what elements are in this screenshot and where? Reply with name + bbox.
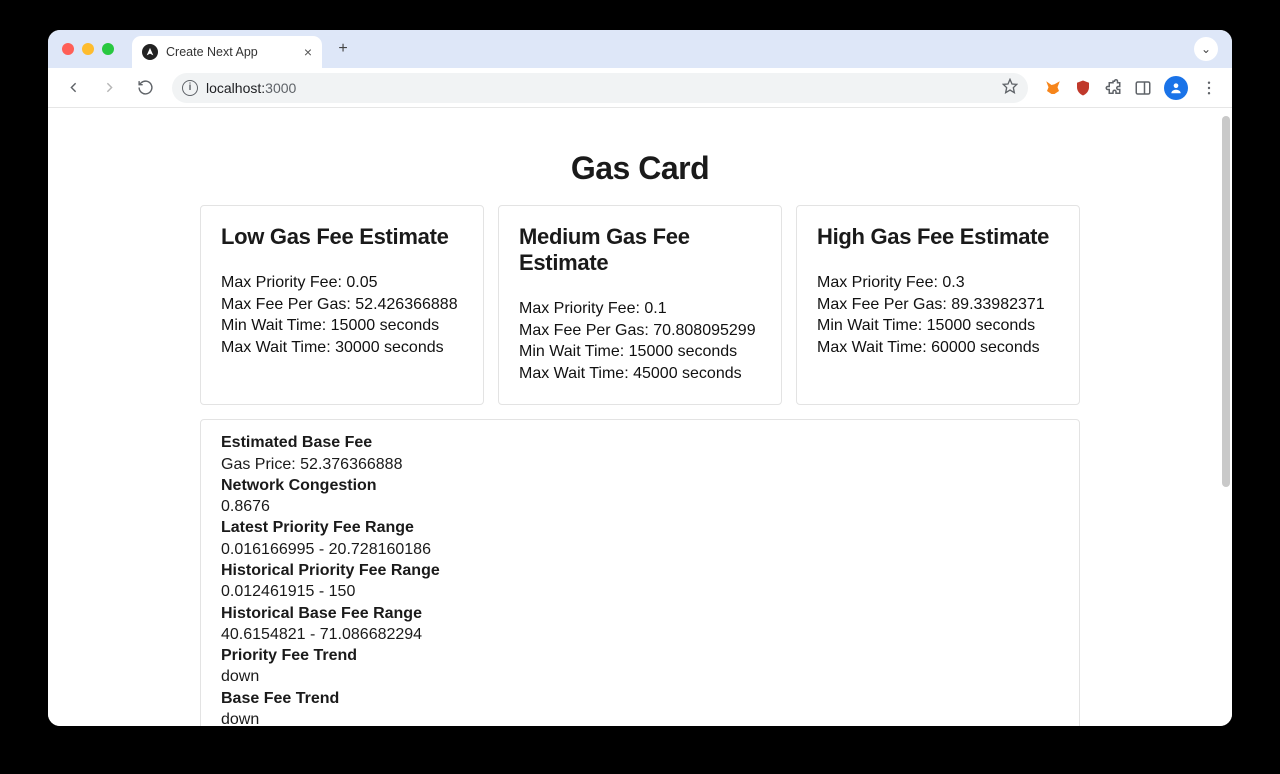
menu-button-icon[interactable] (1200, 79, 1218, 97)
url-host: localhost: (206, 80, 265, 96)
high-gas-card: High Gas Fee Estimate Max Priority Fee: … (796, 205, 1080, 405)
min-wait-time: Min Wait Time: 15000 seconds (221, 315, 463, 337)
estimated-base-fee-label: Estimated Base Fee (221, 432, 1059, 453)
reload-button[interactable] (130, 73, 160, 103)
minimize-window-button[interactable] (82, 43, 94, 55)
max-fee-per-gas: Max Fee Per Gas: 52.426366888 (221, 294, 463, 316)
max-priority-fee: Max Priority Fee: 0.05 (221, 272, 463, 294)
profile-avatar-icon[interactable] (1164, 76, 1188, 100)
page-title: Gas Card (200, 150, 1080, 187)
priority-fee-trend-value: down (221, 666, 1059, 687)
maximize-window-button[interactable] (102, 43, 114, 55)
tabs-dropdown-button[interactable]: ⌄ (1194, 37, 1218, 61)
max-priority-fee: Max Priority Fee: 0.1 (519, 298, 761, 320)
bookmark-star-icon[interactable] (1002, 78, 1018, 97)
url-text: localhost:3000 (206, 80, 296, 96)
max-wait-time: Max Wait Time: 45000 seconds (519, 363, 761, 385)
back-button[interactable] (58, 73, 88, 103)
tab-strip: Create Next App × + ⌄ (48, 30, 1232, 68)
historical-priority-fee-range-label: Historical Priority Fee Range (221, 560, 1059, 581)
window-controls (62, 43, 114, 55)
gas-price: Gas Price: 52.376366888 (221, 454, 1059, 475)
latest-priority-fee-range-value: 0.016166995 - 20.728160186 (221, 539, 1059, 560)
max-fee-per-gas: Max Fee Per Gas: 70.808095299 (519, 320, 761, 342)
new-tab-button[interactable]: + (330, 36, 356, 62)
card-title: High Gas Fee Estimate (817, 224, 1059, 250)
tab-title: Create Next App (166, 45, 258, 59)
close-window-button[interactable] (62, 43, 74, 55)
card-title: Medium Gas Fee Estimate (519, 224, 761, 276)
network-congestion-label: Network Congestion (221, 475, 1059, 496)
vertical-scrollbar[interactable] (1222, 116, 1230, 487)
tab-favicon-icon (142, 44, 158, 60)
low-gas-card: Low Gas Fee Estimate Max Priority Fee: 0… (200, 205, 484, 405)
historical-base-fee-range-value: 40.6154821 - 71.086682294 (221, 624, 1059, 645)
site-info-icon[interactable]: i (182, 80, 198, 96)
min-wait-time: Min Wait Time: 15000 seconds (817, 315, 1059, 337)
page-content: Gas Card Low Gas Fee Estimate Max Priori… (190, 108, 1090, 726)
card-title: Low Gas Fee Estimate (221, 224, 463, 250)
max-fee-per-gas: Max Fee Per Gas: 89.33982371 (817, 294, 1059, 316)
url-path: 3000 (265, 80, 296, 96)
extensions-button-icon[interactable] (1104, 79, 1122, 97)
forward-button[interactable] (94, 73, 124, 103)
max-wait-time: Max Wait Time: 60000 seconds (817, 337, 1059, 359)
browser-tab[interactable]: Create Next App × (132, 36, 322, 68)
min-wait-time: Min Wait Time: 15000 seconds (519, 341, 761, 363)
medium-gas-card: Medium Gas Fee Estimate Max Priority Fee… (498, 205, 782, 405)
base-fee-trend-value: down (221, 709, 1059, 726)
side-panel-icon[interactable] (1134, 79, 1152, 97)
max-priority-fee: Max Priority Fee: 0.3 (817, 272, 1059, 294)
max-wait-time: Max Wait Time: 30000 seconds (221, 337, 463, 359)
priority-fee-trend-label: Priority Fee Trend (221, 645, 1059, 666)
toolbar: i localhost:3000 (48, 68, 1232, 108)
adblock-extension-icon[interactable] (1074, 79, 1092, 97)
gas-details-card: Estimated Base Fee Gas Price: 52.3763668… (200, 419, 1080, 726)
base-fee-trend-label: Base Fee Trend (221, 688, 1059, 709)
historical-base-fee-range-label: Historical Base Fee Range (221, 603, 1059, 624)
network-congestion-value: 0.8676 (221, 496, 1059, 517)
gas-fee-cards: Low Gas Fee Estimate Max Priority Fee: 0… (200, 205, 1080, 405)
address-bar[interactable]: i localhost:3000 (172, 73, 1028, 103)
close-tab-icon[interactable]: × (304, 45, 312, 59)
metamask-extension-icon[interactable] (1044, 79, 1062, 97)
latest-priority-fee-range-label: Latest Priority Fee Range (221, 517, 1059, 538)
viewport: Gas Card Low Gas Fee Estimate Max Priori… (48, 108, 1232, 726)
browser-window: Create Next App × + ⌄ i localhost:3000 (48, 30, 1232, 726)
historical-priority-fee-range-value: 0.012461915 - 150 (221, 581, 1059, 602)
extension-icons (1044, 76, 1218, 100)
